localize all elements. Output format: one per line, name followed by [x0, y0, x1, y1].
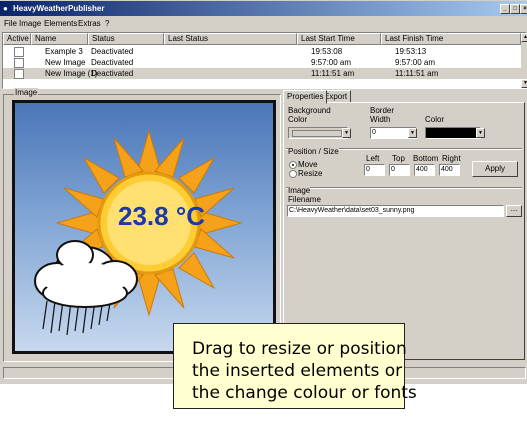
row-name: New Image (1) [45, 69, 98, 78]
divider [286, 187, 522, 189]
resize-radio[interactable] [289, 170, 297, 178]
maximize-button[interactable]: □ [510, 4, 520, 14]
move-radio[interactable] [289, 161, 297, 169]
callout-line: the inserted elements or [192, 361, 403, 381]
apply-button[interactable]: Apply [472, 161, 518, 177]
border-color-label: Color [425, 115, 445, 124]
row-status: Deactivated [91, 69, 134, 78]
menu-bar: File Image Elements Extras ? [0, 17, 527, 30]
minimize-button[interactable]: _ [500, 4, 510, 14]
row-finish: 11:11:51 am [395, 69, 439, 78]
position-group-label: Position / Size [288, 147, 339, 156]
callout-line: Drag to resize or position [192, 339, 407, 359]
row-status: Deactivated [91, 47, 134, 56]
filename-input[interactable]: C:\HeavyWeather\data\set03_sunny.png [287, 205, 504, 217]
tab-properties[interactable]: Properties [283, 90, 328, 104]
move-label: Move [298, 160, 318, 169]
top-label: Top [392, 154, 405, 163]
menu-image[interactable]: Image [19, 19, 41, 28]
chevron-down-icon[interactable]: ▼ [476, 128, 485, 138]
temperature-label[interactable]: 23.8 °C [118, 201, 205, 232]
image-group-label: Image [14, 88, 39, 97]
callout-line: the change colour or fonts [192, 383, 417, 403]
row-start: 9:57:00 am [311, 58, 352, 67]
menu-elements[interactable]: Elements [44, 19, 77, 28]
right-input[interactable]: 400 [439, 164, 460, 176]
browse-button[interactable]: ... [506, 205, 522, 217]
list-scrollbar[interactable]: ▲ ▼ [521, 33, 527, 88]
background-color-label: Color [288, 115, 308, 124]
menu-file[interactable]: File [4, 19, 17, 28]
title-bar[interactable]: ● HeavyWeatherPublisher _ □ × [0, 1, 527, 16]
active-checkbox[interactable] [14, 47, 24, 57]
col-name[interactable]: Name [31, 33, 88, 45]
row-finish: 9:57:00 am [395, 58, 436, 67]
menu-extras[interactable]: Extras [78, 19, 101, 28]
bottom-input[interactable]: 400 [414, 164, 435, 176]
row-start: 19:53:08 [311, 47, 343, 56]
left-label: Left [366, 154, 380, 163]
right-label: Right [442, 154, 461, 163]
image-canvas[interactable]: 23.8 °C [15, 103, 273, 351]
row-finish: 19:53:13 [395, 47, 427, 56]
active-checkbox[interactable] [14, 58, 24, 68]
row-status: Deactivated [91, 58, 134, 67]
left-input[interactable]: 0 [364, 164, 385, 176]
border-color-picker[interactable] [425, 127, 481, 139]
row-name: Example 3 [45, 47, 83, 56]
app-icon: ● [3, 4, 8, 13]
scroll-down-icon[interactable]: ▼ [521, 79, 527, 88]
chevron-down-icon[interactable]: ▼ [408, 128, 417, 138]
window-title: HeavyWeatherPublisher [13, 4, 105, 13]
col-status[interactable]: Status [88, 33, 164, 45]
table-row[interactable]: New Image (1) Deactivated 11:11:51 am 11… [3, 68, 521, 79]
row-start: 11:11:51 am [311, 69, 355, 78]
col-last-status[interactable]: Last Status [164, 33, 297, 45]
image-canvas-frame[interactable]: 23.8 °C [12, 100, 276, 354]
properties-panel: Properties Export Background Color ▼ Bor… [283, 90, 527, 360]
background-color-picker[interactable] [288, 127, 348, 139]
row-name: New Image [45, 58, 86, 67]
border-width-label: Width [370, 115, 391, 124]
filename-label: Filename [288, 195, 321, 204]
resize-label: Resize [298, 169, 323, 178]
image-list[interactable]: Active Name Status Last Status Last Star… [2, 32, 527, 89]
bottom-label: Bottom [413, 154, 439, 163]
active-checkbox[interactable] [14, 69, 24, 79]
image-file-group-label: Image [288, 186, 311, 195]
scroll-up-icon[interactable]: ▲ [521, 33, 527, 42]
chevron-down-icon[interactable]: ▼ [342, 128, 351, 138]
table-row[interactable]: New Image Deactivated 9:57:00 am 9:57:00… [3, 57, 521, 68]
background-group-label: Background [288, 106, 331, 115]
tooltip-callout: Drag to resize or position the inserted … [173, 323, 417, 409]
col-last-finish[interactable]: Last Finish Time [381, 33, 521, 45]
top-input[interactable]: 0 [389, 164, 410, 176]
col-last-start[interactable]: Last Start Time [297, 33, 381, 45]
properties-tab-body: Background Color ▼ Border Width 0 ▼ Colo… [283, 102, 525, 360]
col-active[interactable]: Active [3, 33, 31, 45]
list-header: Active Name Status Last Status Last Star… [3, 33, 526, 45]
border-group-label: Border [370, 106, 395, 115]
close-button[interactable]: × [520, 4, 527, 14]
background-color-swatch [292, 130, 342, 137]
menu-help[interactable]: ? [105, 19, 109, 28]
table-row[interactable]: Example 3 Deactivated 19:53:08 19:53:13 [3, 46, 521, 57]
